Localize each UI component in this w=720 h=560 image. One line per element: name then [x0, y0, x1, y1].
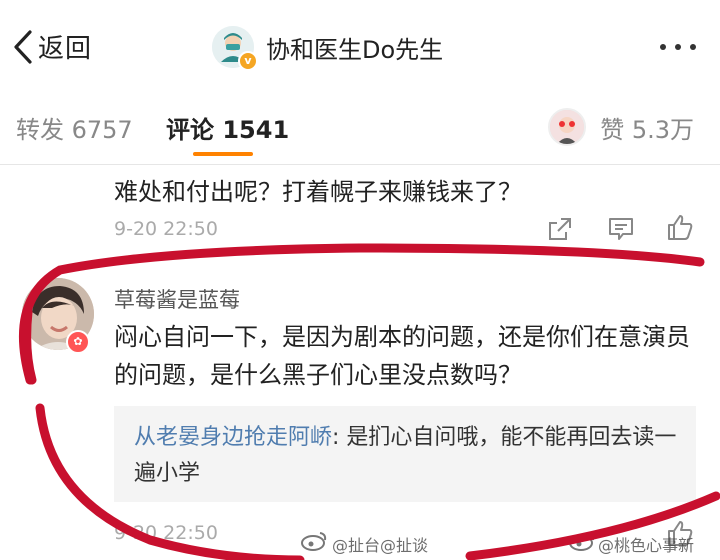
share-icon: [549, 218, 571, 240]
more-dot: [690, 44, 696, 50]
back-button[interactable]: 返回: [12, 28, 92, 65]
thumbs-up-icon: [668, 215, 693, 240]
previous-comment-text: 难处和付出呢？打着幌子来赚钱来了？: [114, 178, 522, 206]
tab-repost[interactable]: 转发 6757: [16, 110, 133, 145]
more-button[interactable]: [660, 44, 696, 50]
tab-comments[interactable]: 评论 1541: [166, 110, 289, 145]
watermark-right: @桃色心事新: [598, 536, 695, 555]
liker-avatar: [548, 108, 587, 146]
back-label: 返回: [38, 34, 93, 64]
like-button[interactable]: [665, 212, 695, 246]
top-bar: 返回 v 协和医生Do先生: [0, 0, 720, 92]
weibo-logo-icon: [301, 532, 327, 551]
active-tab-indicator: [193, 152, 253, 156]
title-group: v 协和医生Do先生: [212, 26, 444, 71]
comment-icon: [609, 218, 633, 240]
page-title: 协和医生Do先生: [266, 35, 444, 64]
previous-comment-time: 9-20 22:50: [114, 218, 218, 240]
more-dots-icon: [660, 44, 666, 50]
liker-avatar-image: [550, 110, 585, 144]
comment-button[interactable]: [606, 214, 636, 248]
share-button[interactable]: [545, 214, 575, 248]
chevron-left-icon: [14, 29, 32, 64]
comment-time: 9-20 22:50: [114, 522, 218, 544]
weibo-logo-icon: [569, 532, 595, 551]
account-avatar[interactable]: v: [212, 26, 258, 71]
reply-text-block: 从老晏身边抢走阿峤: 是扪心自问哦，能不能再回去读一遍小学: [134, 420, 684, 492]
reply-username[interactable]: 从老晏身边抢走阿峤: [134, 425, 332, 450]
likes-label: 赞 5.3万: [600, 115, 694, 144]
tab-likes[interactable]: 赞 5.3万: [548, 108, 694, 146]
comment-text: 闷心自问一下，是因为剧本的问题，还是你们在意演员的问题，是什么黑子们心里没点数吗…: [114, 323, 690, 389]
member-badge-icon: ✿: [66, 330, 90, 354]
more-dot: [675, 44, 681, 50]
reply-quote[interactable]: 从老晏身边抢走阿峤: 是扪心自问哦，能不能再回去读一遍小学: [114, 406, 696, 502]
watermark-left: @扯台@扯谈: [332, 536, 429, 555]
verified-badge: v: [238, 51, 258, 71]
comment-username[interactable]: 草莓酱是蓝莓: [114, 284, 240, 314]
